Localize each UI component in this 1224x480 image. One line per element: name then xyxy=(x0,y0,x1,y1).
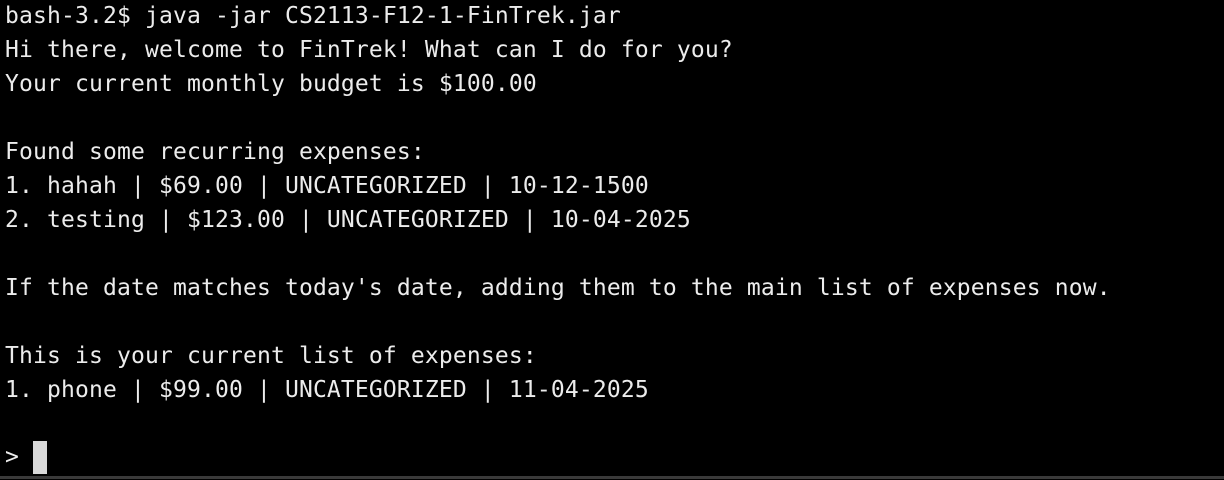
recurring-expenses-header: Found some recurring expenses: xyxy=(5,139,425,165)
input-prompt: > xyxy=(5,444,33,470)
budget-message: Your current monthly budget is $100.00 xyxy=(5,71,537,97)
window-bottom-border xyxy=(0,476,1224,479)
input-prompt-row[interactable]: > xyxy=(5,440,47,474)
welcome-message: Hi there, welcome to FinTrek! What can I… xyxy=(5,37,733,63)
current-expenses-header: This is your current list of expenses: xyxy=(5,343,537,369)
current-expense-item: 1. phone | $99.00 | UNCATEGORIZED | 11-0… xyxy=(5,377,649,403)
text-cursor[interactable] xyxy=(33,440,47,474)
recurring-expense-item: 1. hahah | $69.00 | UNCATEGORIZED | 10-1… xyxy=(5,173,649,199)
command-line: bash-3.2$ java -jar CS2113-F12-1-FinTrek… xyxy=(5,3,621,29)
recurring-expense-item: 2. testing | $123.00 | UNCATEGORIZED | 1… xyxy=(5,207,691,233)
terminal-window[interactable]: bash-3.2$ java -jar CS2113-F12-1-FinTrek… xyxy=(0,0,1224,479)
date-match-note: If the date matches today's date, adding… xyxy=(5,275,1111,301)
